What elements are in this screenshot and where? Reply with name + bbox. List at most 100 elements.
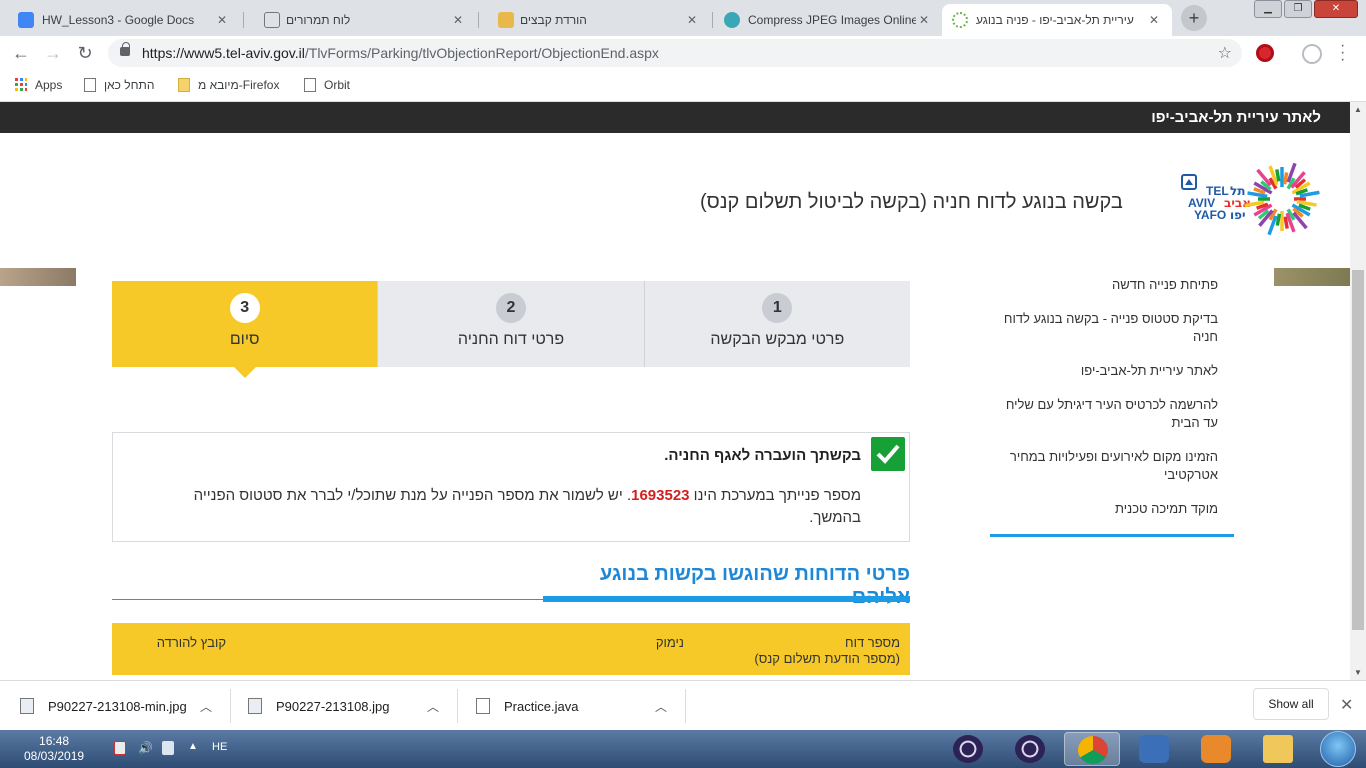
show-all-downloads-button[interactable]: Show all [1253, 688, 1329, 720]
tab-road-signs[interactable]: ✕ לוח תמרורים [246, 4, 476, 36]
maximize-button[interactable]: ❐ [1284, 0, 1312, 18]
eclipse-icon [1015, 735, 1045, 763]
svg-text:YAFO: YAFO [1194, 208, 1226, 222]
clock-time: 16:48 [39, 734, 70, 748]
tab-google-docs[interactable]: HW_Lesson3 - Google Docs ✕ [8, 4, 240, 36]
logo-ray [1275, 213, 1282, 226]
download-separator [457, 689, 458, 723]
logo-ray [1282, 172, 1289, 185]
step-label: פרטי מבקש הבקשה [710, 331, 845, 348]
sidebar-item-municipality-site[interactable]: לאתר עיריית תל-אביב-יפו [990, 362, 1234, 380]
taskbar-media-player[interactable] [1188, 732, 1244, 766]
opera-extension-icon[interactable] [1256, 44, 1274, 62]
taskbar-chrome[interactable] [1064, 732, 1120, 766]
image-file-icon [20, 698, 34, 714]
sidebar-menu: פתיחת פנייה חדשה בדיקת סטטוס פנייה - בקש… [990, 268, 1234, 537]
tab-tel-aviv[interactable]: עיריית תל-אביב-יפו - פניה בנוגע ✕ [942, 4, 1172, 36]
window-close-button[interactable]: ✕ [1314, 0, 1358, 18]
close-downloads-bar-icon[interactable]: ✕ [1340, 695, 1353, 715]
scroll-down-arrow-icon[interactable]: ▼ [1354, 668, 1362, 677]
confirmation-text: מספר פנייתך במערכת הינו 1693523. יש לשמו… [193, 487, 861, 526]
windows-taskbar: 16:48 08/03/2019 🔊 ▲ HE [0, 730, 1366, 768]
language-indicator[interactable]: HE [212, 741, 227, 753]
tab-compress-jpeg[interactable]: Compress JPEG Images Online ✕ [714, 4, 942, 36]
tab-separator [478, 12, 479, 28]
site-header: בקשה בנוגע לדוח חניה (בקשה לביטול תשלום … [0, 133, 1350, 268]
reload-icon[interactable]: ↻ [74, 42, 96, 64]
download-item[interactable]: P90227-213108-min.jpg ︿ [20, 681, 220, 731]
url-text: https://www5.tel-aviv.gov.il/TlvForms/Pa… [142, 45, 659, 61]
active-step-pointer [233, 367, 256, 378]
sidebar-item-new-request[interactable]: פתיחת פנייה חדשה [990, 276, 1234, 294]
tel-aviv-logo[interactable]: TEL AVIV YAFO תל אביב יפו [1176, 161, 1322, 239]
tab-separator [712, 12, 713, 28]
taskbar-app[interactable] [1126, 732, 1182, 766]
confirmation-heading: בקשתך הועברה לאגף החניה. [664, 447, 861, 464]
tab-title: הורדת קבצים [520, 13, 587, 27]
power-icon[interactable] [162, 741, 174, 755]
back-arrow-icon[interactable]: ← [10, 42, 32, 64]
sidebar-item-status-check[interactable]: בדיקת סטטוס פנייה - בקשה בנוגע לדוח חניה [990, 310, 1234, 346]
close-icon[interactable]: ✕ [684, 13, 700, 27]
minimize-button[interactable]: ▁ [1254, 0, 1282, 18]
eclipse-icon [953, 735, 983, 763]
sidebar-underline [990, 534, 1234, 537]
start-button[interactable] [1320, 731, 1356, 767]
close-icon[interactable]: ✕ [214, 13, 230, 27]
step-requester-details: 1 פרטי מבקש הבקשה [643, 281, 910, 367]
svg-text:יפו: יפו [1230, 208, 1246, 222]
system-clock[interactable]: 16:48 08/03/2019 [24, 734, 84, 764]
top-dark-bar: לאתר עיריית תל-אביב-יפו [0, 102, 1350, 133]
bookmark-label: התחל כאן [104, 78, 155, 92]
column-report-number: מספר דוח (מספר הודעת תשלום קנס) [754, 635, 900, 666]
tab-title: Compress JPEG Images Online [748, 13, 916, 27]
page-scrollbar[interactable]: ▲ ▼ [1350, 102, 1366, 680]
tab-separator [243, 12, 244, 28]
scroll-up-arrow-icon[interactable]: ▲ [1354, 105, 1362, 114]
bookmark-apps[interactable]: Apps [15, 78, 62, 92]
bookmark-firefox-folder[interactable]: מיובא מ-Firefox [178, 78, 279, 92]
show-hidden-icons-icon[interactable]: ▲ [188, 741, 200, 755]
forward-arrow-icon[interactable]: → [42, 42, 64, 64]
chevron-up-icon[interactable]: ︿ [200, 698, 212, 715]
address-bar[interactable]: https://www5.tel-aviv.gov.il/TlvForms/Pa… [108, 39, 1242, 67]
google-docs-icon [18, 12, 34, 28]
image-file-icon [248, 698, 262, 714]
new-tab-button[interactable]: + [1181, 5, 1207, 31]
page-icon [84, 78, 96, 92]
tab-title: עיריית תל-אביב-יפו - פניה בנוגע [976, 13, 1134, 27]
taskbar-eclipse-2[interactable] [1002, 732, 1058, 766]
sidebar-item-tech-support[interactable]: מוקד תמיכה טכנית [990, 500, 1234, 518]
reports-section-title: פרטי הדוחות שהוגשו בקשות בנוגע אליהם [599, 563, 910, 608]
sidebar-item-digitel-card[interactable]: להרשמה לכרטיס העיר דיגיתל עם שליח עד הבי… [990, 396, 1234, 432]
download-item[interactable]: P90227-213108.jpg ︿ [248, 681, 448, 731]
close-icon[interactable]: ✕ [1146, 13, 1162, 27]
municipality-site-link[interactable]: לאתר עיריית תל-אביב-יפו [1151, 109, 1321, 126]
action-center-icon[interactable] [114, 741, 126, 755]
tab-file-downloads[interactable]: ✕ הורדת קבצים [480, 4, 710, 36]
apps-grid-icon [15, 78, 27, 91]
taskbar-eclipse-1[interactable] [940, 732, 996, 766]
media-player-icon [1201, 735, 1231, 763]
close-icon[interactable]: ✕ [450, 13, 466, 27]
volume-icon[interactable]: 🔊 [138, 741, 153, 755]
extension-icon[interactable] [1302, 44, 1322, 64]
sidebar-item-events[interactable]: הזמינו מקום לאירועים ופעילויות במחיר אטר… [990, 448, 1234, 484]
chevron-up-icon[interactable]: ︿ [655, 698, 667, 715]
step-parking-report-details: 2 פרטי דוח החניה [377, 281, 644, 367]
bookmark-star-icon[interactable]: ☆ [1218, 43, 1232, 63]
lock-icon [120, 42, 130, 56]
bookmark-start-here[interactable]: התחל כאן [84, 78, 154, 92]
chevron-up-icon[interactable]: ︿ [427, 698, 439, 715]
reports-table-header: מספר דוח (מספר הודעת תשלום קנס) נימוק קו… [112, 623, 910, 675]
download-item[interactable]: Practice.java ︿ [476, 681, 676, 731]
menu-dots-icon[interactable]: · · · [1340, 38, 1350, 68]
close-icon[interactable]: ✕ [916, 13, 932, 27]
scrollbar-thumb[interactable] [1352, 270, 1364, 630]
bookmark-orbit[interactable]: Orbit [304, 78, 350, 92]
taskbar-file-explorer[interactable] [1250, 732, 1306, 766]
logo-graphic: TEL AVIV YAFO תל אביב יפו [1181, 162, 1320, 236]
logo-ray [1283, 216, 1289, 229]
folder-icon [1263, 735, 1293, 763]
checkmark-icon [871, 437, 905, 471]
